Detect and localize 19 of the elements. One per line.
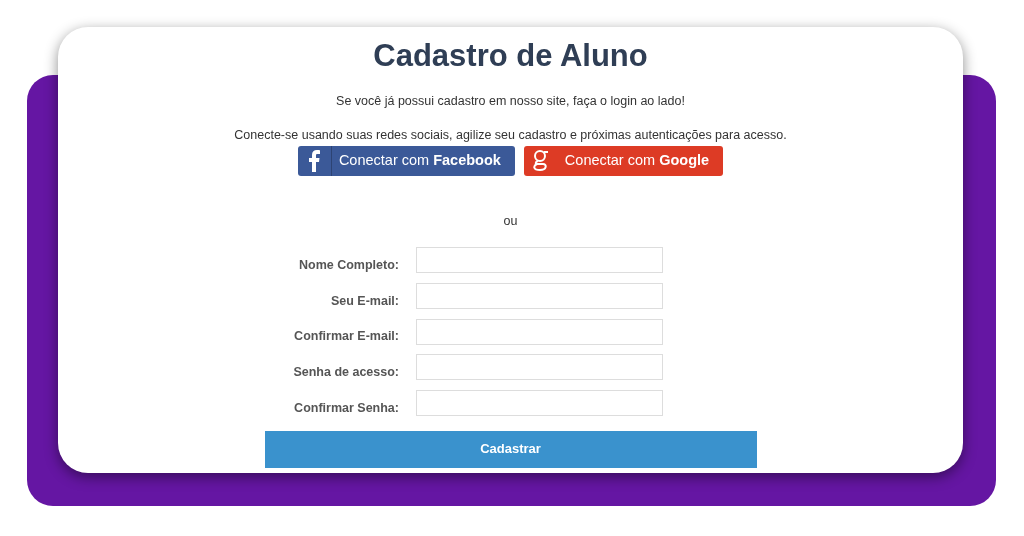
g-letter-icon — [532, 149, 549, 173]
field-label: Confirmar E-mail: — [293, 328, 399, 346]
page-title: Cadastro de Aluno — [373, 37, 648, 75]
social-login-button[interactable]: Conectar com Facebook — [297, 146, 515, 176]
text-field[interactable] — [416, 318, 663, 345]
social-hint: Conecte-se usando suas redes sociais, agilize seu cadastro e próximas autenticações para acesso. — [234, 127, 787, 143]
text-field[interactable] — [416, 282, 663, 309]
field-label: Senha de acesso: — [292, 364, 399, 381]
text-field[interactable] — [416, 354, 663, 381]
text-field[interactable] — [416, 247, 663, 274]
separator-text: ou — [503, 213, 518, 230]
login-hint: Se você já possui cadastro em nosso site, faça o login ao lado! — [336, 93, 685, 109]
submit-button[interactable]: Cadastrar — [264, 430, 757, 468]
social-login-button[interactable]: Conectar com Google — [523, 146, 724, 176]
field-label: Confirmar Senha: — [293, 399, 399, 417]
text-field[interactable] — [416, 390, 663, 417]
field-label: Seu E-mail: — [329, 292, 399, 310]
field-label: Nome Completo: — [298, 256, 399, 274]
f-letter-icon — [308, 150, 321, 172]
